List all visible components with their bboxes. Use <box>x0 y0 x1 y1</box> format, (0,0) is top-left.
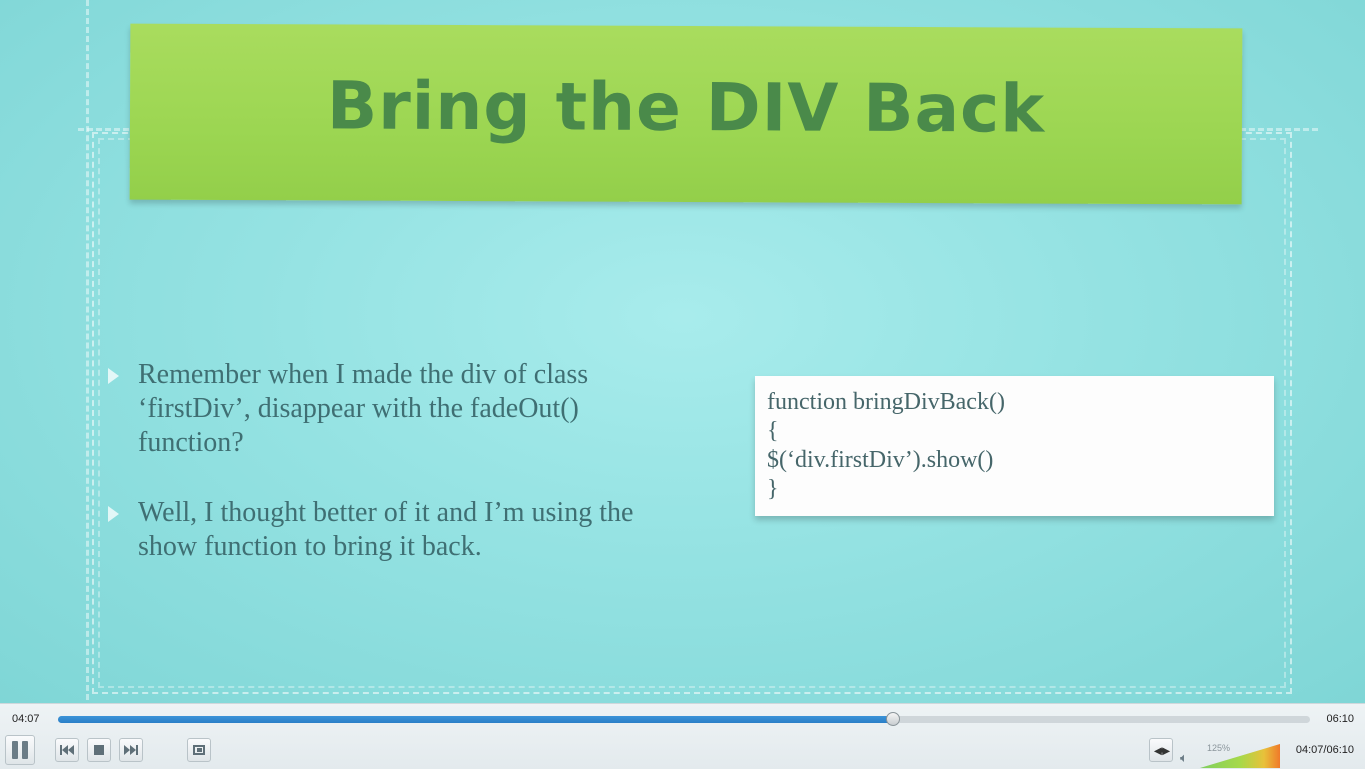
seek-handle[interactable] <box>886 712 901 726</box>
pause-button[interactable] <box>5 735 35 765</box>
volume-percent: 125% <box>1207 743 1231 753</box>
code-card: function bringDivBack() { $(‘div.firstDi… <box>755 376 1274 516</box>
bullet-text: Well, I thought better of it and I’m usi… <box>138 497 634 562</box>
slide-title: Bring the DIV Back <box>326 66 1046 148</box>
decorative-dash-line <box>86 0 89 700</box>
fullscreen-icon <box>193 745 205 755</box>
fullscreen-button[interactable] <box>187 738 211 762</box>
total-time: 06:10 <box>1326 713 1354 725</box>
next-icon <box>124 745 138 755</box>
slide-title-banner: Bring the DIV Back <box>129 23 1243 205</box>
extended-settings-icon: ◂•▸ <box>1154 741 1170 758</box>
code-line: function bringDivBack() <box>767 389 1005 415</box>
extended-settings-button[interactable]: ◂•▸ <box>1149 738 1173 762</box>
speaker-icon[interactable]: 🔈︎ <box>1180 750 1188 766</box>
bullet-list: Remember when I made the div of class ‘f… <box>106 358 746 600</box>
bullet-item: Well, I thought better of it and I’m usi… <box>106 496 746 564</box>
code-line: { <box>767 418 779 444</box>
bullet-arrow-icon <box>108 506 119 522</box>
previous-icon <box>60 745 74 755</box>
bullet-arrow-icon <box>108 368 119 384</box>
code-line: $(‘div.firstDiv’).show() <box>767 447 994 473</box>
code-line: } <box>767 476 779 502</box>
previous-button[interactable] <box>55 738 79 762</box>
next-button[interactable] <box>119 738 143 762</box>
stop-button[interactable] <box>87 738 111 762</box>
seek-progress <box>58 716 894 723</box>
bullet-item: Remember when I made the div of class ‘f… <box>106 358 746 460</box>
bullet-text: Remember when I made the div of class ‘f… <box>138 359 589 458</box>
pause-icon <box>12 741 28 759</box>
elapsed-time: 04:07 <box>12 713 40 725</box>
video-area[interactable]: Bring the DIV Back Remember when I made … <box>0 0 1365 703</box>
player-controls: 04:07 06:10 ◂•▸ 🔈︎ 125% 04:07/06:10 <box>0 703 1365 769</box>
time-readout: 04:07/06:10 <box>1295 744 1354 756</box>
seek-bar[interactable] <box>58 712 1310 726</box>
stop-icon <box>94 745 104 755</box>
